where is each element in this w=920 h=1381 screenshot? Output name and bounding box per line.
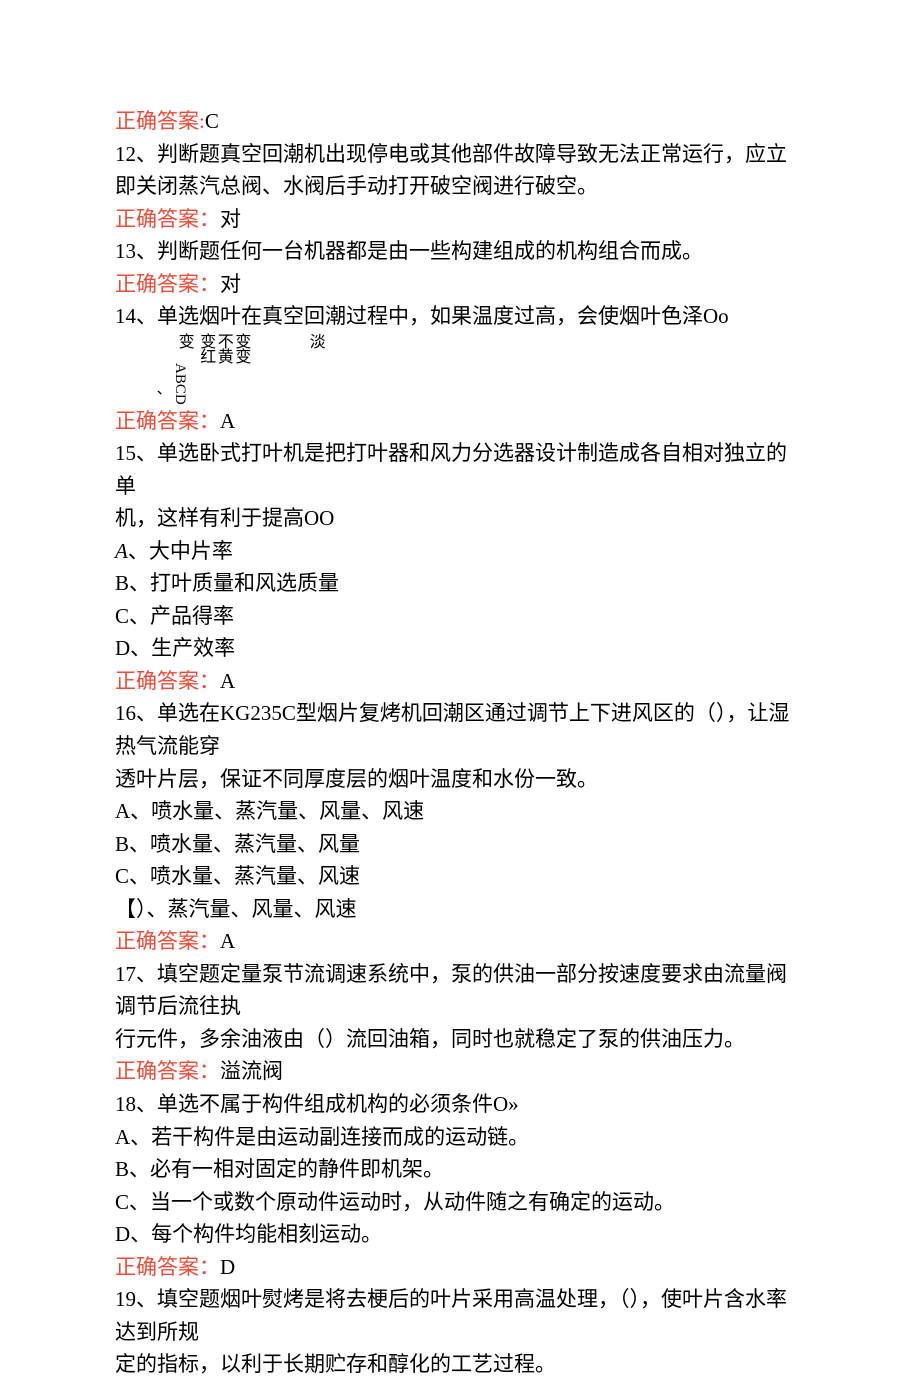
answer-label: 正确答案： bbox=[115, 409, 220, 433]
answer-label: 正确答案： bbox=[115, 929, 220, 953]
q16-optC: C、喷水量、蒸汽量、风速 bbox=[115, 860, 805, 893]
answer-value: A bbox=[220, 409, 235, 433]
answer-value: 对 bbox=[220, 207, 241, 231]
q15-optA-text: 、大中片率 bbox=[128, 539, 233, 563]
q14-vt4: 变变 bbox=[232, 333, 250, 363]
q14-answer: 正确答案：A bbox=[115, 405, 805, 438]
q17-line2: 行元件，多余油液由（）流回油箱，同时也就稳定了泵的供油压力。 bbox=[115, 1023, 805, 1056]
q13-text: 13、判断题任何一台机器都是由一些构建组成的机构组合而成。 bbox=[115, 235, 805, 268]
q14-labels: ABCD bbox=[172, 363, 189, 405]
answer-label: 正确答案： bbox=[115, 272, 220, 296]
q15-optA: A、大中片率 bbox=[115, 535, 805, 568]
q16-optB: B、喷水量、蒸汽量、风量 bbox=[115, 828, 805, 861]
q15-optA-letter: A bbox=[115, 539, 128, 563]
q18-answer: 正确答案：D bbox=[115, 1251, 805, 1284]
q15-answer: 正确答案：A bbox=[115, 665, 805, 698]
q14-labels-row: 、 ABCD bbox=[145, 363, 805, 405]
q15-optD: D、生产效率 bbox=[115, 632, 805, 665]
q12-text: 12、判断题真空回潮机出现停电或其他部件故障导致无法正常运行，应立即关闭蒸汽总阀… bbox=[115, 138, 805, 203]
q16-line1: 16、单选在KG235C型烟片复烤机回潮区通过调节上下进风区的（），让湿热气流能… bbox=[115, 697, 805, 762]
q18-optC: C、当一个或数个原动件运动时，从动件随之有确定的运动。 bbox=[115, 1186, 805, 1219]
q13-answer: 正确答案：对 bbox=[115, 268, 805, 301]
q15-line2: 机，这样有利于提高OO bbox=[115, 502, 805, 535]
q14-options: 变 变红 不黄 变变 淡 bbox=[175, 333, 805, 363]
q16-line2: 透叶片层，保证不同厚度层的烟叶温度和水份一致。 bbox=[115, 763, 805, 796]
q15-optB: B、打叶质量和风选质量 bbox=[115, 567, 805, 600]
q14-vt1: 变 bbox=[175, 333, 193, 348]
answer-value: 对 bbox=[220, 272, 241, 296]
q12-answer: 正确答案：对 bbox=[115, 203, 805, 236]
answer-label: 正确答案： bbox=[115, 1255, 220, 1279]
answer-label: 正确答案： bbox=[115, 207, 220, 231]
answer-value: D bbox=[220, 1255, 235, 1279]
q14-vt5: 淡 bbox=[306, 333, 324, 348]
q15-optC: C、产品得率 bbox=[115, 600, 805, 633]
answer-label: 正确答案： bbox=[115, 669, 220, 693]
q14-text: 14、单选烟叶在真空回潮过程中，如果温度过高，会使烟叶色泽Oo bbox=[115, 300, 805, 333]
answer-label: 正确答案: bbox=[115, 109, 205, 133]
q19-line1: 19、填空题烟叶熨烤是将去梗后的叶片采用高温处理，（），使叶片含水率达到所规 bbox=[115, 1283, 805, 1348]
q18-optD: D、每个构件均能相刻运动。 bbox=[115, 1218, 805, 1251]
q14-vt3: 不黄 bbox=[214, 333, 232, 363]
answer-value: A bbox=[220, 929, 235, 953]
q11-answer: 正确答案:C bbox=[115, 105, 805, 138]
q16-optA: A、喷水量、蒸汽量、风量、风速 bbox=[115, 795, 805, 828]
q16-answer: 正确答案：A bbox=[115, 925, 805, 958]
q17-answer: 正确答案：溢流阀 bbox=[115, 1055, 805, 1088]
answer-value: 溢流阀 bbox=[220, 1059, 283, 1083]
answer-label: 正确答案： bbox=[115, 1059, 220, 1083]
q14-vt-col: 变红 不黄 变变 bbox=[197, 333, 303, 363]
q14-vt2: 变红 bbox=[197, 333, 215, 363]
q17-line1: 17、填空题定量泵节流调速系统中，泵的供油一部分按速度要求由流量阀调节后流往执 bbox=[115, 958, 805, 1023]
q15-line1: 15、单选卧式打叶机是把打叶器和风力分选器设计制造成各自相对独立的单 bbox=[115, 437, 805, 502]
q18-text: 18、单选不属于构件组成机构的必须条件O» bbox=[115, 1088, 805, 1121]
q14-comma: 、 bbox=[145, 390, 162, 405]
answer-value: C bbox=[205, 109, 219, 133]
q18-optB: B、必有一相对固定的静件即机架。 bbox=[115, 1153, 805, 1186]
q16-optD: 【）、蒸汽量、风量、风速 bbox=[115, 893, 805, 926]
q19-line2: 定的指标，以利于长期贮存和醇化的工艺过程。 bbox=[115, 1348, 805, 1381]
q18-optA: A、若干构件是由运动副连接而成的运动链。 bbox=[115, 1121, 805, 1154]
answer-value: A bbox=[220, 669, 235, 693]
